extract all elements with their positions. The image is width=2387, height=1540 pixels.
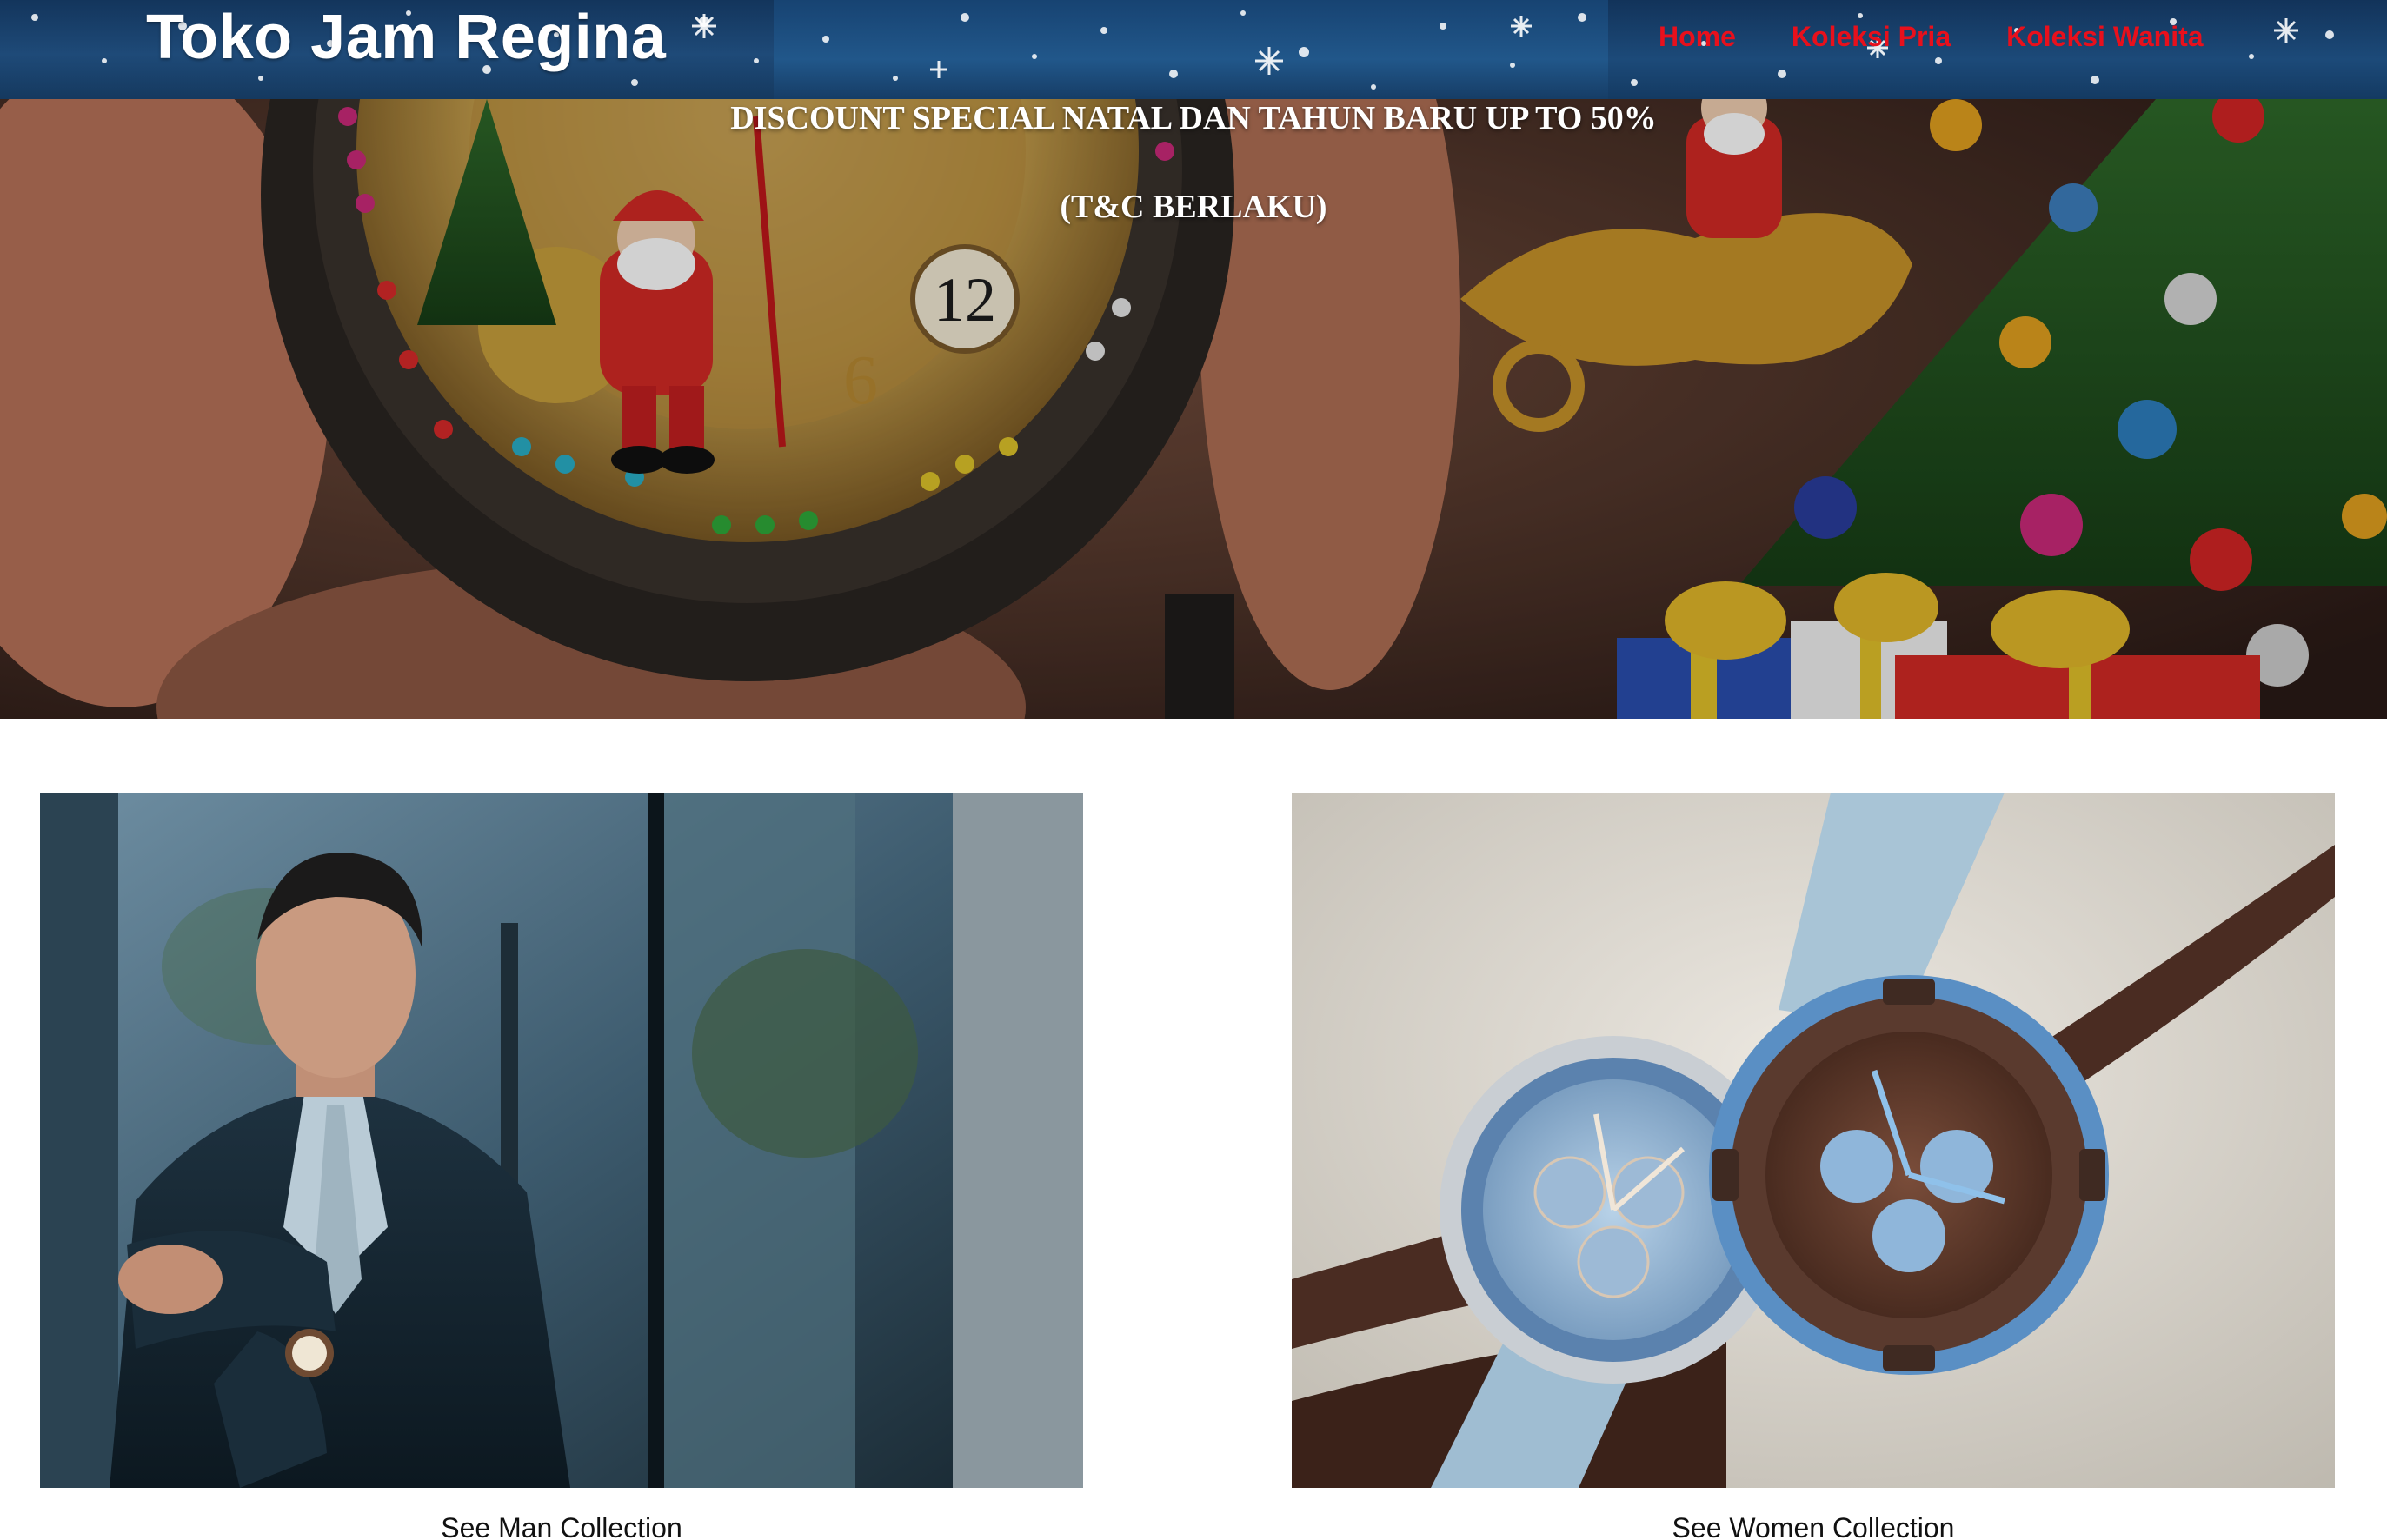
women-collection-photo xyxy=(1292,793,2335,1488)
main-nav: Home Koleksi Pria Koleksi Wanita xyxy=(1659,21,2204,53)
man-collection-link[interactable]: See Man Collection xyxy=(40,1512,1083,1540)
women-collection-card: See Women Collection xyxy=(1292,793,2335,1540)
site-title[interactable]: Toko Jam Regina xyxy=(146,2,666,73)
hero-banner: 12 6 DISCOUNT SPECIAL NATAL DAN TAHUN BA… xyxy=(0,99,2387,719)
hero-subline: (T&C BERLAKU) xyxy=(1060,189,1327,225)
nav-link-koleksi-wanita[interactable]: Koleksi Wanita xyxy=(2006,21,2203,53)
nav-link-koleksi-pria[interactable]: Koleksi Pria xyxy=(1792,21,1951,53)
man-collection-card: See Man Collection xyxy=(40,793,1083,1540)
site-header: Toko Jam Regina Home Koleksi Pria Koleks… xyxy=(0,0,2387,99)
man-collection-image[interactable] xyxy=(40,793,1083,1488)
nav-link-home[interactable]: Home xyxy=(1659,21,1736,53)
hero-headline: DISCOUNT SPECIAL NATAL DAN TAHUN BARU UP… xyxy=(730,100,1657,136)
women-collection-image[interactable] xyxy=(1292,793,2335,1488)
women-collection-link[interactable]: See Women Collection xyxy=(1292,1512,2335,1540)
man-collection-photo xyxy=(40,793,1083,1488)
